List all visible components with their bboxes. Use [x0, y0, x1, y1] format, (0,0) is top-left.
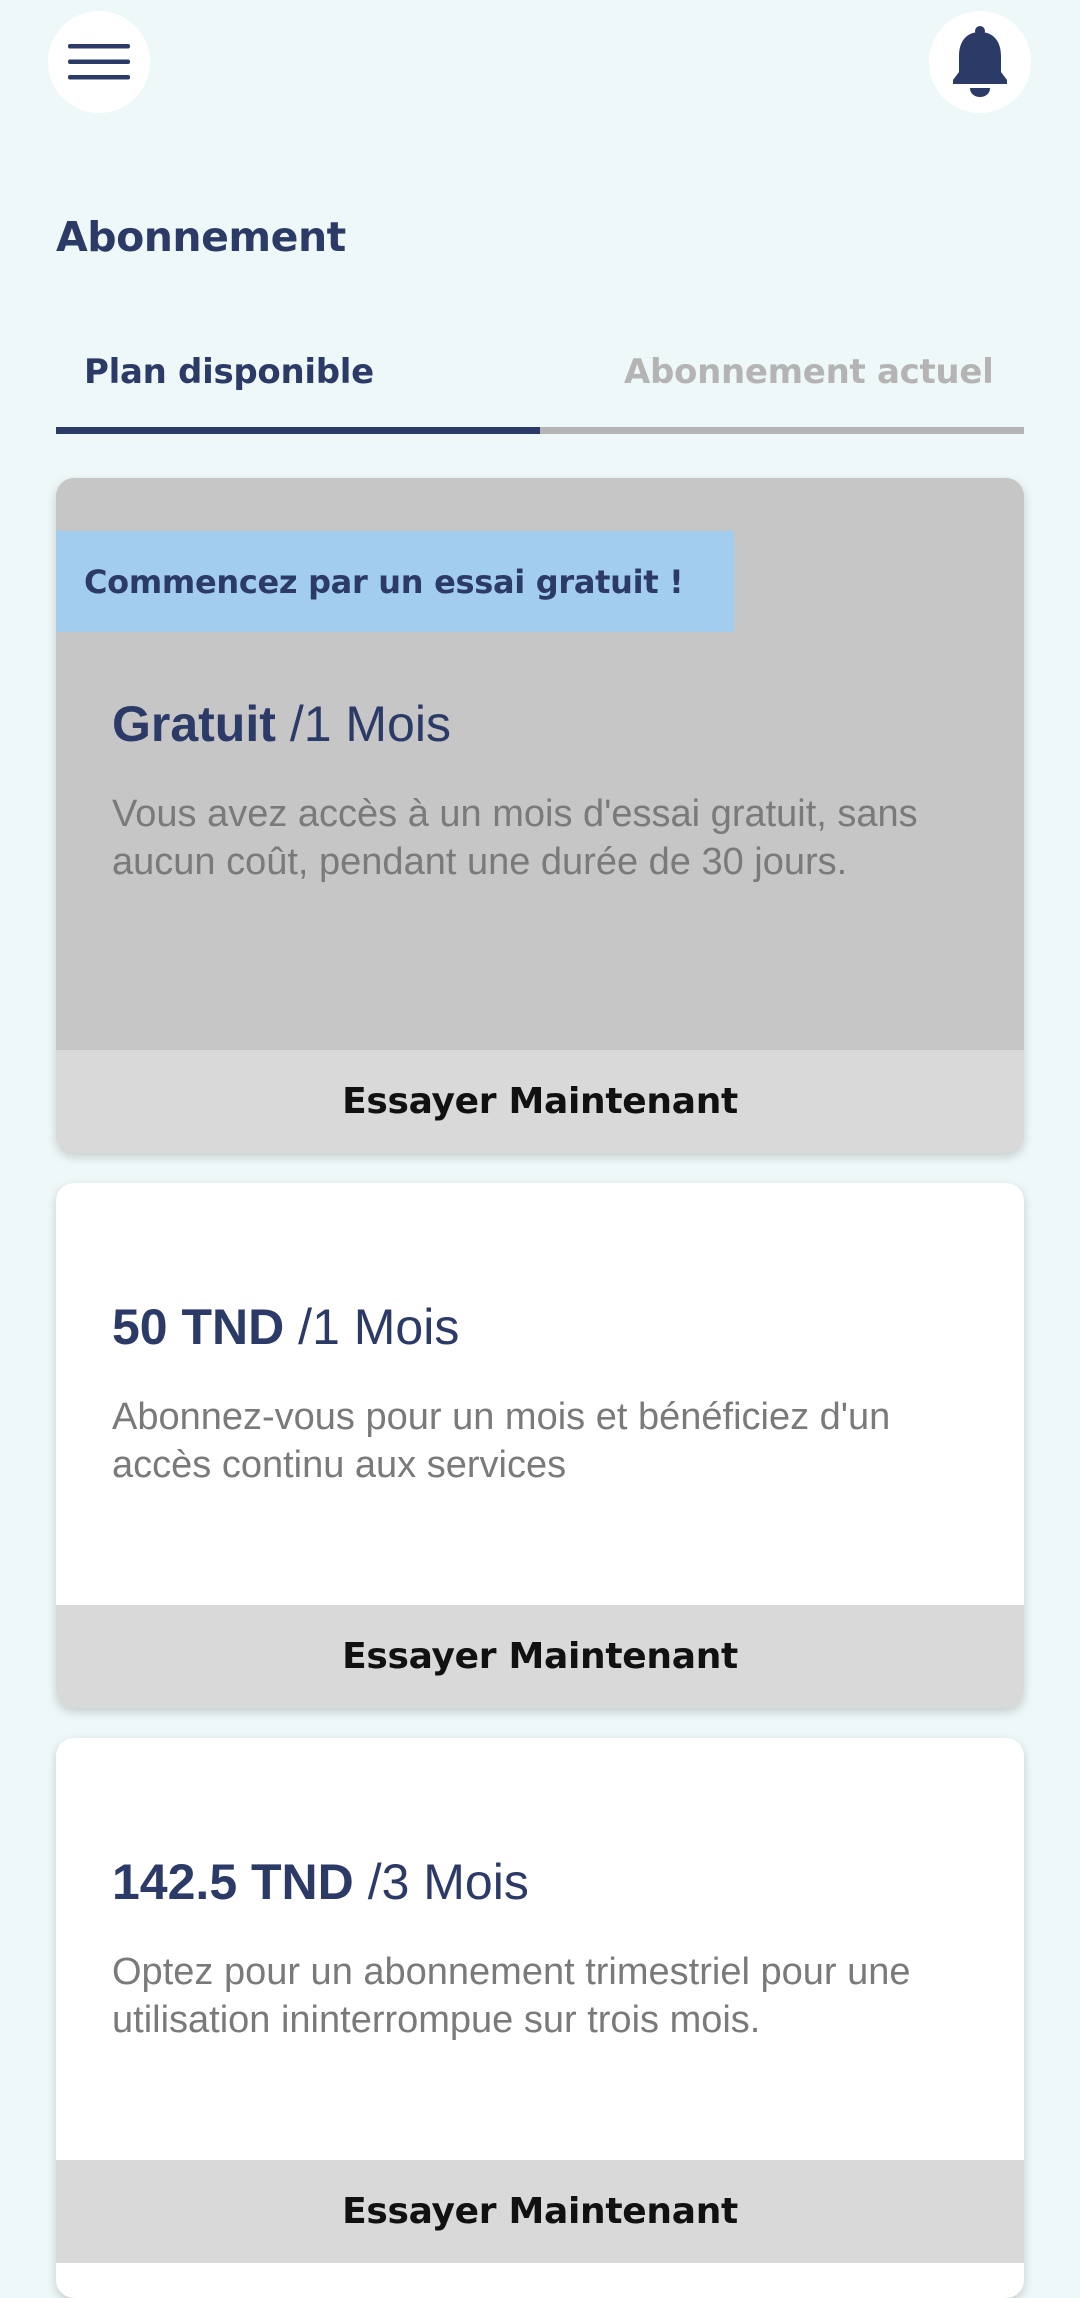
- try-now-button[interactable]: Essayer Maintenant: [56, 2160, 1024, 2263]
- menu-button[interactable]: [48, 11, 150, 113]
- plan-amount: 50 TND: [112, 1299, 285, 1355]
- plan-card-monthly: 50 TND /1 Mois Abonnez-vous pour un mois…: [56, 1183, 1024, 1708]
- bell-icon: [953, 26, 1007, 97]
- tab-label: Abonnement actuel: [624, 352, 994, 392]
- tab-label: Plan disponible: [84, 352, 374, 392]
- plan-tabs: Plan disponible Abonnement actuel: [56, 340, 1024, 434]
- plan-amount: Gratuit: [112, 696, 276, 752]
- plan-card-quarterly: 142.5 TND /3 Mois Optez pour un abonneme…: [56, 1738, 1024, 2298]
- plan-description: Abonnez-vous pour un mois et bénéficiez …: [112, 1396, 891, 1486]
- promo-banner: Commencez par un essai gratuit !: [56, 531, 734, 632]
- plan-price: 50 TND /1 Mois: [112, 1298, 459, 1356]
- page-title: Abonnement: [56, 213, 346, 261]
- plan-amount: 142.5 TND: [112, 1854, 354, 1910]
- plan-card-free: Commencez par un essai gratuit ! Gratuit…: [56, 478, 1024, 1153]
- tab-abonnement-actuel[interactable]: Abonnement actuel: [540, 340, 1024, 434]
- hamburger-menu-icon: [68, 44, 130, 80]
- plan-period: /3 Mois: [367, 1854, 529, 1910]
- plan-price: Gratuit /1 Mois: [112, 695, 451, 753]
- plan-description: Vous avez accès à un mois d'essai gratui…: [112, 793, 918, 883]
- try-now-button[interactable]: Essayer Maintenant: [56, 1050, 1024, 1153]
- try-now-button[interactable]: Essayer Maintenant: [56, 1605, 1024, 1708]
- notifications-button[interactable]: [929, 11, 1031, 113]
- plan-price: 142.5 TND /3 Mois: [112, 1853, 529, 1911]
- plan-period: /1 Mois: [298, 1299, 460, 1355]
- promo-banner-text: Commencez par un essai gratuit !: [84, 562, 684, 601]
- plan-description: Optez pour un abonnement trimestriel pou…: [112, 1951, 911, 2041]
- tab-plan-disponible[interactable]: Plan disponible: [56, 340, 540, 434]
- plan-period: /1 Mois: [289, 696, 451, 752]
- top-bar: [0, 0, 1080, 130]
